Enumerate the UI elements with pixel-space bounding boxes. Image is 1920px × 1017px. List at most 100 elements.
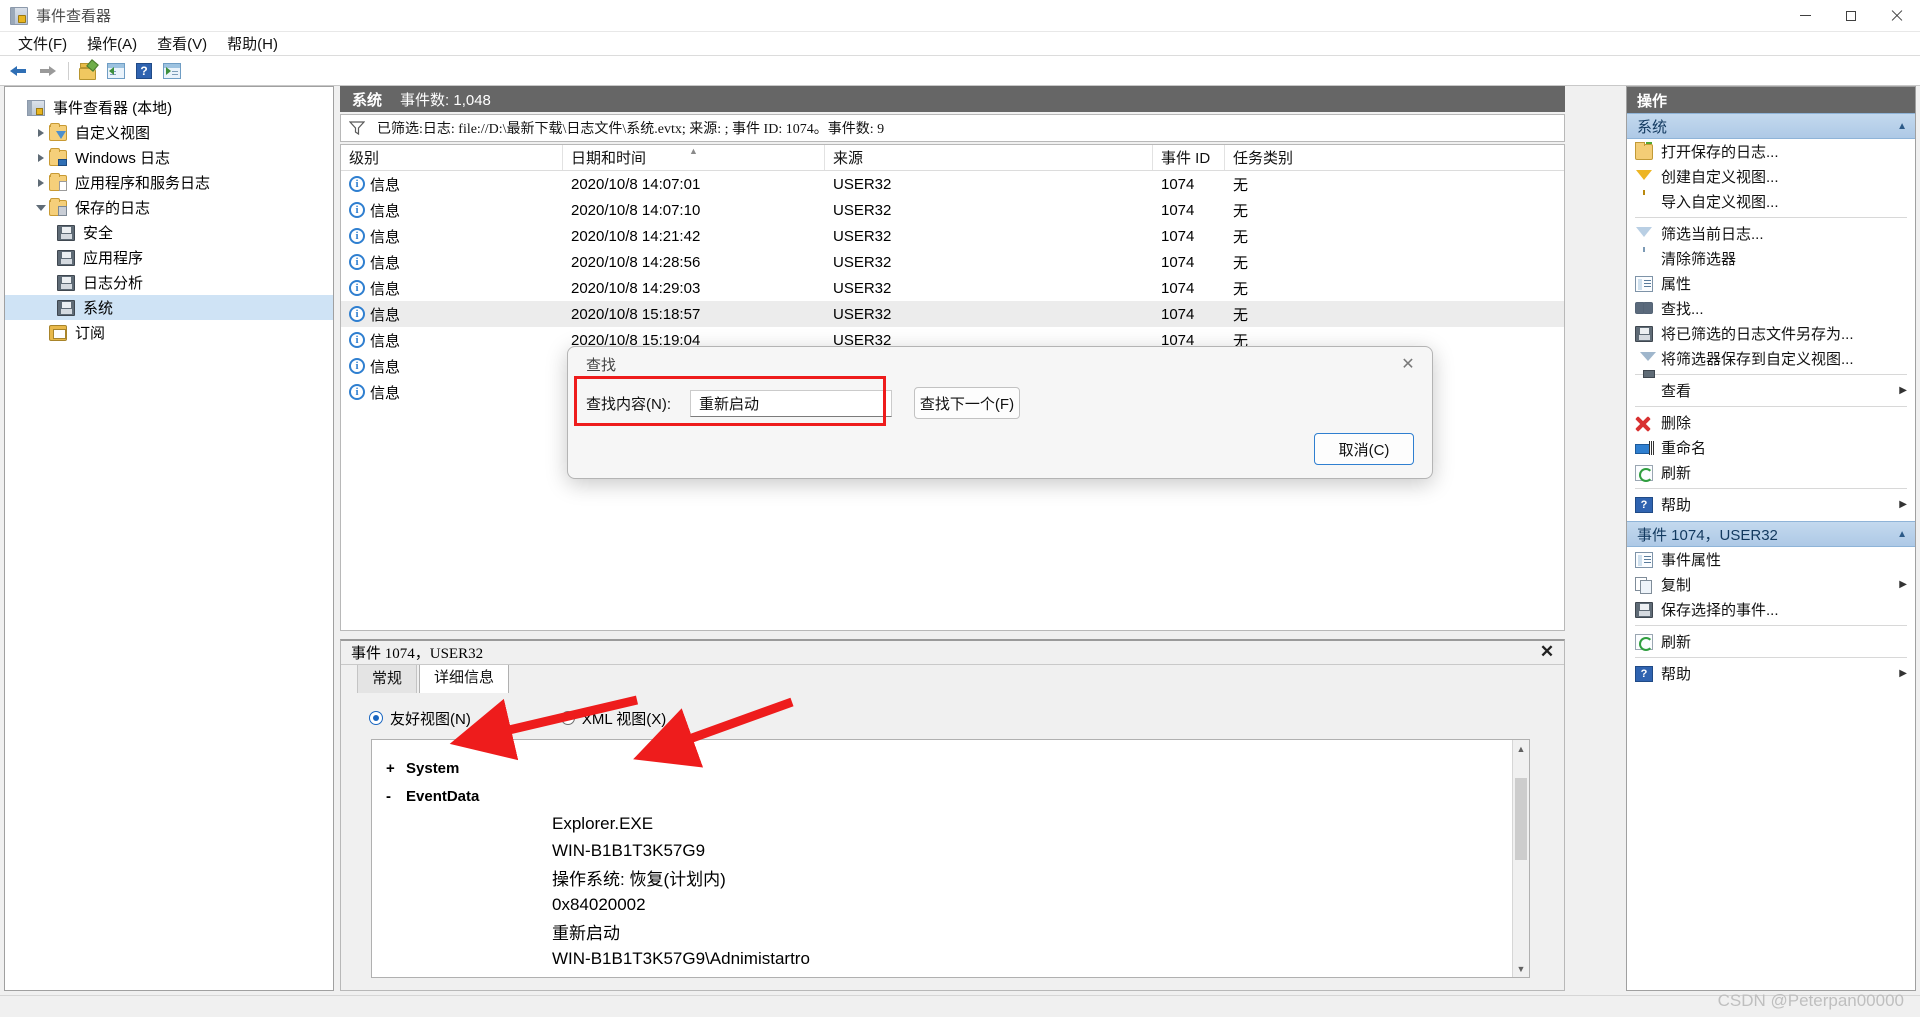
scroll-down-icon[interactable]: ▼ <box>1513 960 1529 977</box>
scroll-up-icon[interactable]: ▲ <box>1513 740 1529 757</box>
forward-button[interactable] <box>34 59 60 83</box>
xml-node-eventdata[interactable]: - EventData <box>372 782 1529 810</box>
cancel-button[interactable]: 取消(C) <box>1314 433 1414 465</box>
show-hide-console-tree-icon <box>107 62 125 79</box>
action-clear-filter[interactable]: 清除筛选器 <box>1627 246 1915 271</box>
show-console-tree-button[interactable] <box>103 59 129 83</box>
menu-help[interactable]: 帮助(H) <box>217 31 288 56</box>
action-import-custom-view[interactable]: 导入自定义视图... <box>1627 189 1915 214</box>
action-properties[interactable]: 属性 <box>1627 271 1915 296</box>
help-icon: ? <box>1635 665 1653 682</box>
expander-saved-logs[interactable] <box>33 200 49 216</box>
sidebar-item-custom-views[interactable]: 自定义视图 <box>5 120 333 145</box>
filter-bar[interactable]: 已筛选:日志: file://D:\最新下载\日志文件\系统.evtx; 来源:… <box>340 114 1565 142</box>
back-button[interactable] <box>6 59 32 83</box>
menu-action[interactable]: 操作(A) <box>77 31 147 56</box>
minimize-button[interactable] <box>1782 0 1828 32</box>
event-viewer-window: 事件查看器 文件(F) 操作(A) 查看(V) 帮助(H) ? 事件查看器 (本… <box>0 0 1920 1017</box>
action-refresh[interactable]: 刷新 <box>1627 460 1915 485</box>
eventdata-value: WIN-B1B1T3K57G9 <box>552 840 706 860</box>
status-bar <box>0 995 1920 1017</box>
sidebar-item-app-service-logs[interactable]: 应用程序和服务日志 <box>5 170 333 195</box>
show-action-pane-button[interactable] <box>159 59 185 83</box>
expand-plus-icon[interactable]: + <box>386 760 406 777</box>
window-title: 事件查看器 <box>36 8 112 25</box>
chevron-up-icon[interactable]: ▲ <box>1897 529 1907 540</box>
xml-node-system[interactable]: + System <box>372 754 1529 782</box>
table-row[interactable]: i 信息 2020/10/8 14:28:56 USER32 1074 无 <box>341 249 1564 275</box>
menu-file[interactable]: 文件(F) <box>8 31 77 56</box>
table-row[interactable]: i 信息 2020/10/8 14:07:10 USER32 1074 无 <box>341 197 1564 223</box>
action-find[interactable]: 查找... <box>1627 296 1915 321</box>
help-button[interactable]: ? <box>131 59 157 83</box>
column-task-category[interactable]: 任务类别 <box>1225 145 1405 170</box>
find-next-button[interactable]: 查找下一个(F) <box>914 387 1020 419</box>
action-save-filter-to-custom-view[interactable]: 将筛选器保存到自定义视图... <box>1627 346 1915 378</box>
table-row[interactable]: i 信息 2020/10/8 14:07:01 USER32 1074 无 <box>341 171 1564 197</box>
column-event-id[interactable]: 事件 ID <box>1153 145 1225 170</box>
action-copy-label: 复制 <box>1661 577 1692 594</box>
sidebar-item-windows-logs[interactable]: Windows 日志 <box>5 145 333 170</box>
radio-friendly-label: 友好视图(N) <box>390 710 471 728</box>
action-group-event[interactable]: 事件 1074，USER32 ▲ <box>1627 521 1915 547</box>
refresh-icon <box>1635 464 1653 482</box>
action-open-saved-log[interactable]: 打开保存的日志... <box>1627 139 1915 164</box>
tree-item-root[interactable]: 事件查看器 (本地) <box>5 95 333 120</box>
scrollbar-thumb[interactable] <box>1515 778 1527 860</box>
chevron-up-icon[interactable]: ▲ <box>1897 121 1907 132</box>
action-refresh-event[interactable]: 刷新 <box>1627 629 1915 654</box>
action-copy[interactable]: 复制 ▶ <box>1627 572 1915 597</box>
action-help-event[interactable]: ? 帮助 ▶ <box>1627 661 1915 686</box>
cell-level: i 信息 <box>341 304 563 325</box>
maximize-button[interactable] <box>1828 0 1874 32</box>
action-clear-filter-label: 清除筛选器 <box>1661 251 1737 268</box>
action-view[interactable]: 查看 ▶ <box>1627 378 1915 403</box>
back-arrow-icon <box>10 64 28 78</box>
close-button[interactable] <box>1874 0 1920 32</box>
expander-windows-logs[interactable] <box>33 150 49 166</box>
sidebar-item-saved-logs[interactable]: 保存的日志 <box>5 195 333 220</box>
action-event-properties[interactable]: 事件属性 <box>1627 547 1915 572</box>
tab-details[interactable]: 详细信息 <box>419 661 510 693</box>
cell-event-id: 1074 <box>1161 201 1195 219</box>
action-group-system[interactable]: 系统 ▲ <box>1627 113 1915 139</box>
menu-bar: 文件(F) 操作(A) 查看(V) 帮助(H) <box>0 32 1920 56</box>
action-refresh-event-label: 刷新 <box>1661 634 1692 651</box>
sidebar-item-security[interactable]: 安全 <box>5 220 333 245</box>
details-title: 事件 1074，USER32 <box>351 646 484 662</box>
table-row[interactable]: i 信息 2020/10/8 14:21:42 USER32 1074 无 <box>341 223 1564 249</box>
column-level[interactable]: 级别 <box>341 145 563 170</box>
action-create-custom-view[interactable]: 创建自定义视图... <box>1627 164 1915 195</box>
close-icon[interactable]: ✕ <box>1538 642 1556 661</box>
main-area: 事件查看器 (本地) 自定义视图 Windows 日志 应用程序和服务日志 保存… <box>0 86 1920 1017</box>
cell-level: i 信息 <box>341 252 563 273</box>
radio-xml-view[interactable]: XML 视图(X) <box>560 708 666 729</box>
action-rename[interactable]: 重命名 <box>1627 435 1915 460</box>
column-datetime[interactable]: 日期和时间 ▲ <box>563 145 825 170</box>
action-save-selected-events-label: 保存选择的事件... <box>1661 602 1779 619</box>
action-save-filtered-log[interactable]: 将已筛选的日志文件另存为... <box>1627 321 1915 346</box>
expander-custom-views[interactable] <box>33 125 49 141</box>
radio-friendly-view[interactable]: 友好视图(N) <box>369 708 471 729</box>
open-saved-log-button[interactable] <box>75 58 101 83</box>
details-scrollbar[interactable]: ▲ ▼ <box>1512 740 1529 977</box>
table-row[interactable]: i 信息 2020/10/8 15:18:57 USER32 1074 无 <box>341 301 1564 327</box>
collapse-minus-icon[interactable]: - <box>386 788 406 805</box>
menu-view[interactable]: 查看(V) <box>147 31 217 56</box>
table-row[interactable]: i 信息 2020/10/8 14:29:03 USER32 1074 无 <box>341 275 1564 301</box>
sidebar-item-subscriptions[interactable]: 订阅 <box>5 320 333 345</box>
expander-app-service-logs[interactable] <box>33 175 49 191</box>
information-icon: i <box>349 306 365 322</box>
column-source[interactable]: 来源 <box>825 145 1153 170</box>
sidebar-item-application[interactable]: 应用程序 <box>5 245 333 270</box>
information-icon: i <box>349 384 365 400</box>
sidebar-item-log-analysis[interactable]: 日志分析 <box>5 270 333 295</box>
action-save-selected-events[interactable]: 保存选择的事件... <box>1627 597 1915 622</box>
close-icon[interactable]: ✕ <box>1390 351 1426 377</box>
action-filter-current-log[interactable]: 筛选当前日志... <box>1627 221 1915 252</box>
find-what-input[interactable]: 重新启动 <box>690 389 892 417</box>
sidebar-item-system[interactable]: 系统 <box>5 295 333 320</box>
action-help[interactable]: ? 帮助 ▶ <box>1627 492 1915 517</box>
tab-general[interactable]: 常规 <box>357 662 418 693</box>
action-delete[interactable]: 删除 <box>1627 410 1915 435</box>
